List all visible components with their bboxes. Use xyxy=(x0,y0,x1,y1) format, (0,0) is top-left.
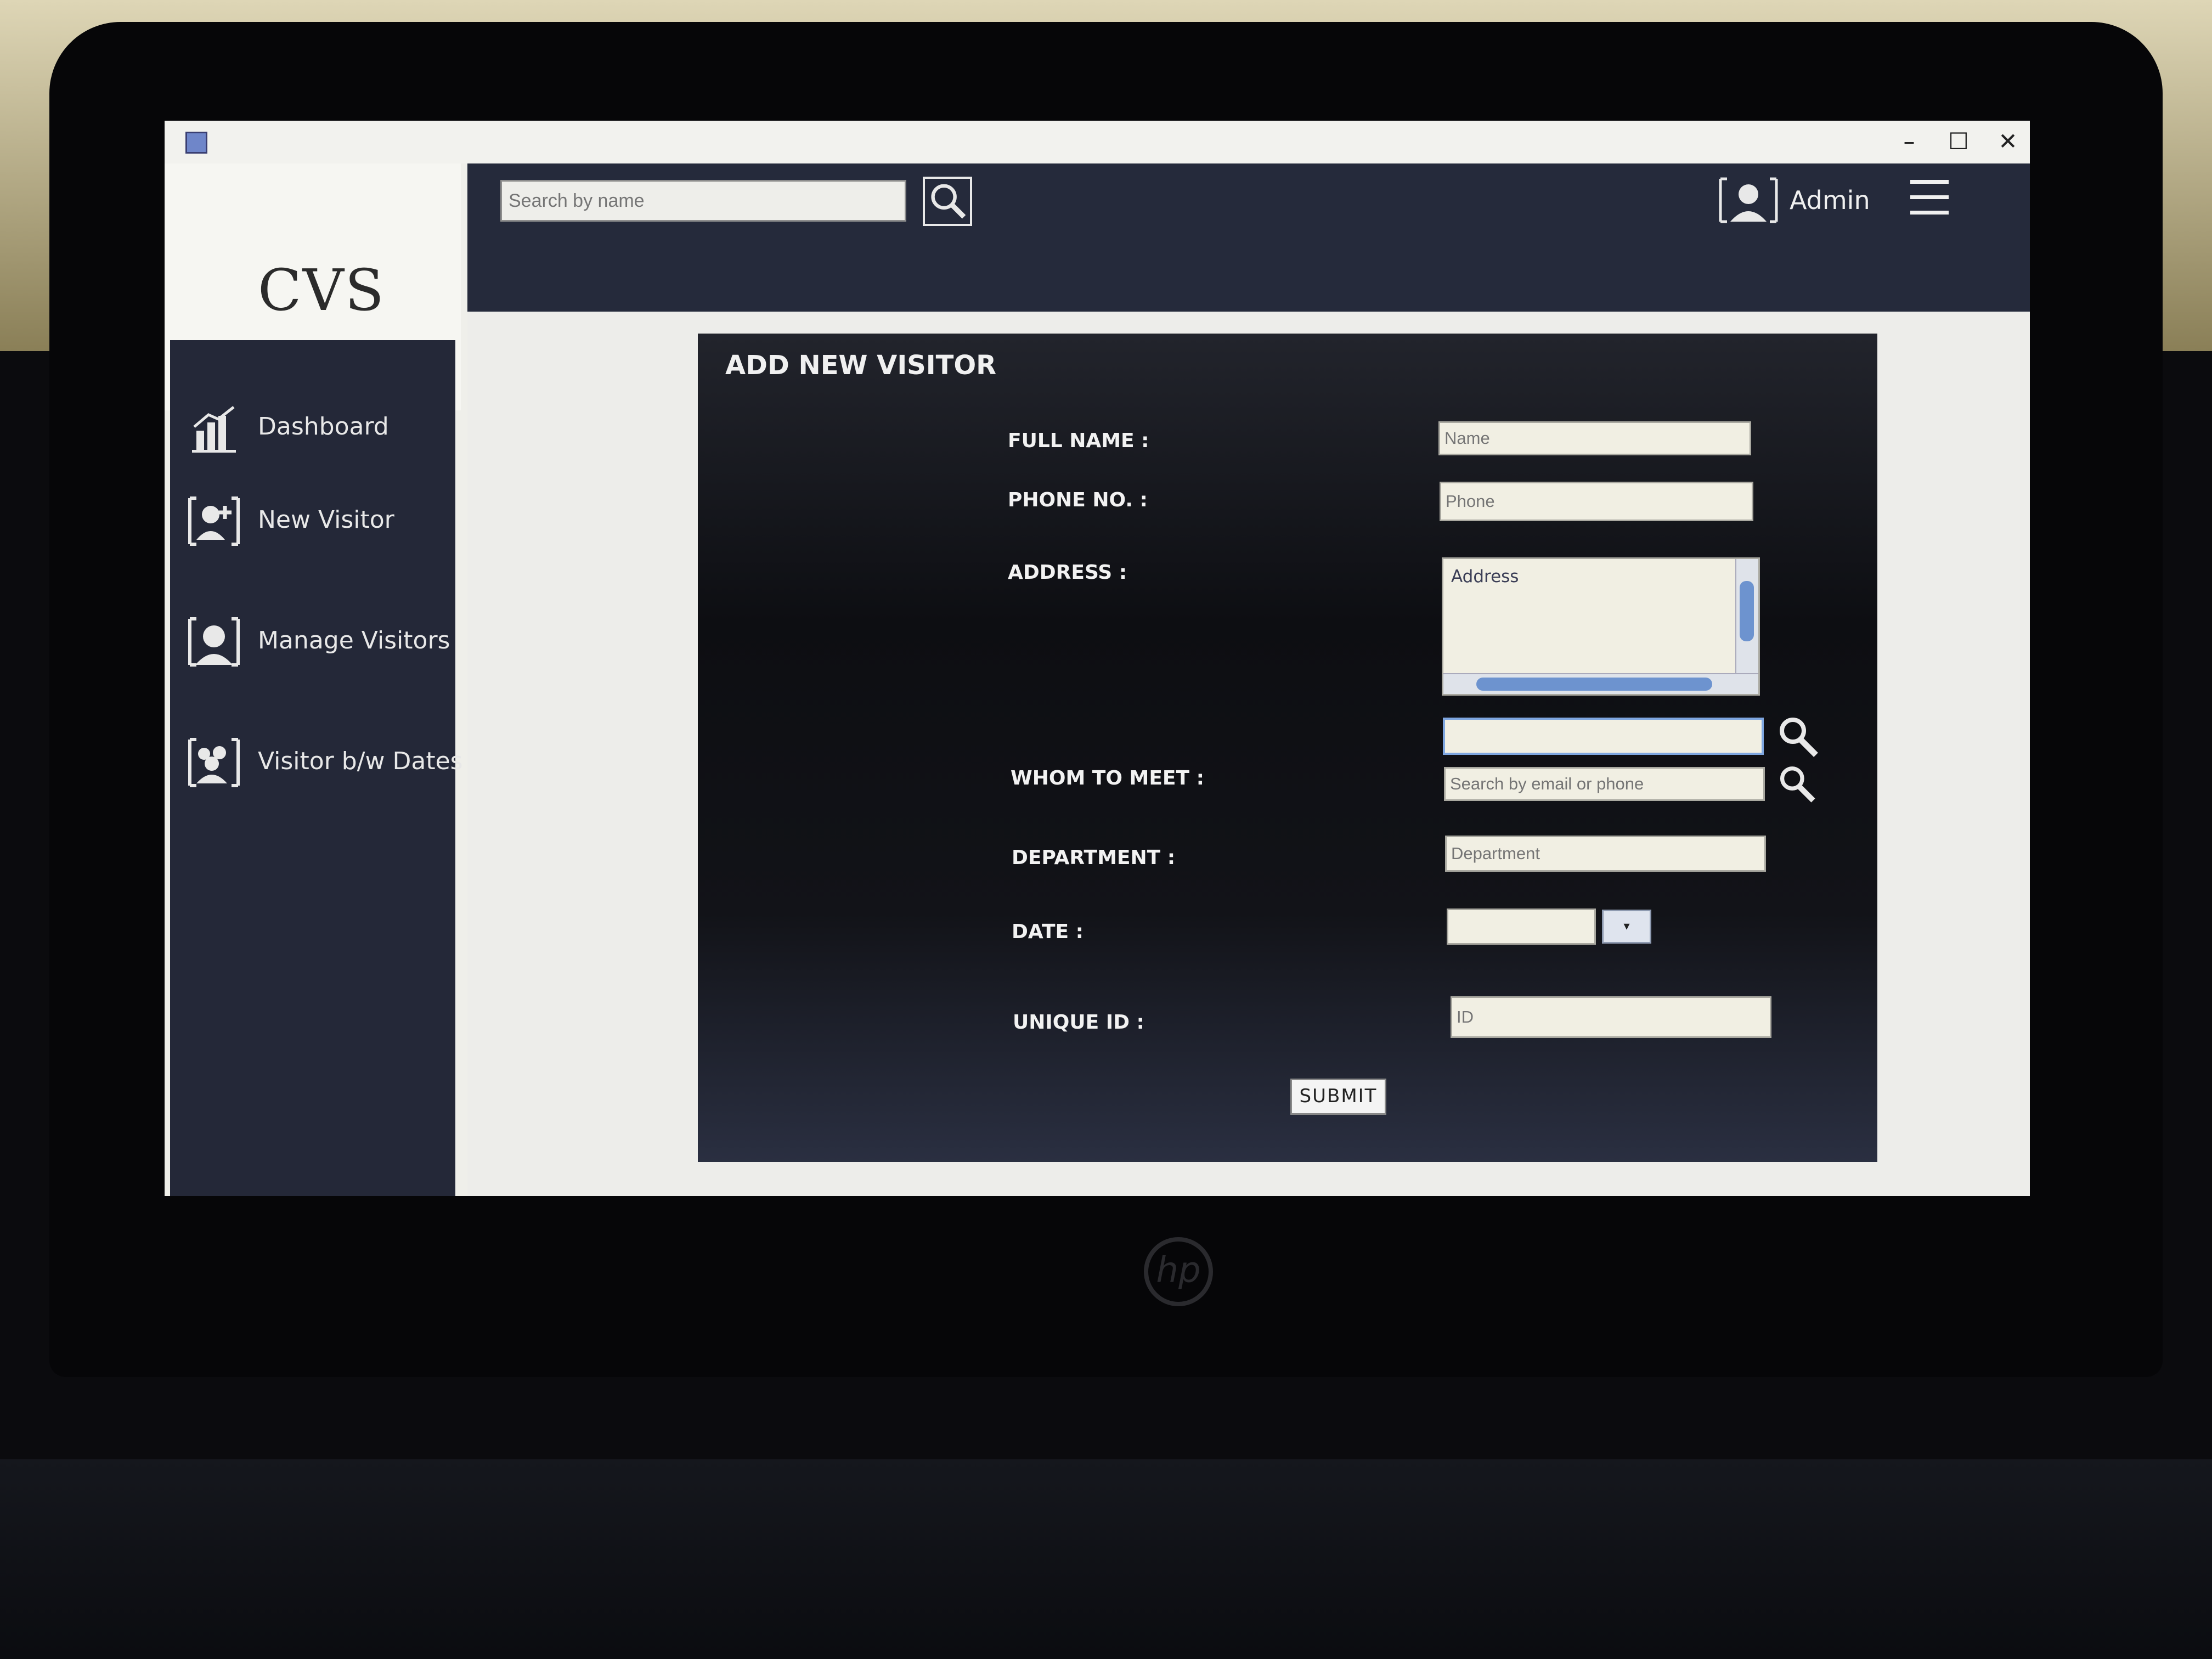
close-button[interactable]: ✕ xyxy=(1986,124,2030,159)
top-header: Admin xyxy=(467,163,2030,312)
date-picker-button[interactable]: ▾ xyxy=(1602,910,1651,944)
department-label: DEPARTMENT : xyxy=(1012,847,1176,869)
minimize-button[interactable]: – xyxy=(1887,124,1931,159)
title-bar: – ☐ ✕ xyxy=(165,121,2030,163)
sidebar-item-label: Dashboard xyxy=(258,413,389,441)
app-icon xyxy=(185,132,207,154)
full-name-field[interactable] xyxy=(1438,421,1751,455)
whom-to-meet-label: WHOM TO MEET : xyxy=(1011,767,1204,789)
whom-to-meet-search-field[interactable] xyxy=(1444,767,1765,801)
search-icon[interactable] xyxy=(923,177,972,226)
date-label: DATE : xyxy=(1012,921,1084,943)
sidebar-item-label: Visitor b/w Dates xyxy=(258,747,463,775)
submit-button[interactable]: SUBMIT xyxy=(1290,1079,1386,1115)
users-group-icon xyxy=(188,738,240,787)
user-icon xyxy=(188,617,240,667)
hp-logo: hp xyxy=(1144,1237,1213,1306)
hamburger-menu-icon[interactable] xyxy=(1910,180,1949,215)
laptop-keyboard xyxy=(0,1459,2212,1659)
unique-id-field[interactable] xyxy=(1451,996,1771,1038)
app-window: – ☐ ✕ CVS Dashboard New Visitor Manage V… xyxy=(165,121,2030,1196)
chevron-down-icon: ▾ xyxy=(1623,919,1630,933)
maximize-button[interactable]: ☐ xyxy=(1937,124,1980,159)
address-placeholder: Address xyxy=(1451,567,1519,586)
unique-id-label: UNIQUE ID : xyxy=(1013,1011,1144,1034)
form-title: ADD NEW VISITOR xyxy=(725,350,997,381)
horizontal-scroll-thumb[interactable] xyxy=(1476,678,1712,691)
user-avatar-icon[interactable] xyxy=(1718,176,1779,225)
full-name-label: FULL NAME : xyxy=(1008,430,1149,452)
app-brand: CVS xyxy=(258,257,385,324)
sidebar-item-label: Manage Visitors xyxy=(258,627,450,654)
phone-label: PHONE NO. : xyxy=(1008,489,1148,511)
address-horizontal-scrollbar[interactable] xyxy=(1443,673,1758,694)
date-field[interactable] xyxy=(1447,909,1596,945)
sidebar: Dashboard New Visitor Manage Visitors Vi… xyxy=(170,340,463,1196)
admin-label: Admin xyxy=(1790,185,1870,215)
search-input[interactable] xyxy=(500,180,906,222)
phone-field[interactable] xyxy=(1440,482,1753,521)
whom-to-meet-field[interactable] xyxy=(1443,718,1764,755)
sidebar-item-new-visitor[interactable]: New Visitor xyxy=(170,483,455,560)
sidebar-item-manage-visitors[interactable]: Manage Visitors xyxy=(170,603,455,680)
search-icon[interactable] xyxy=(1774,761,1819,806)
add-user-icon xyxy=(188,496,240,546)
sidebar-item-visitor-between-dates[interactable]: Visitor b/w Dates xyxy=(170,724,463,801)
address-label: ADDRESS : xyxy=(1008,561,1127,584)
add-visitor-form: ADD NEW VISITOR FULL NAME : PHONE NO. : … xyxy=(698,334,1877,1162)
vertical-scroll-thumb[interactable] xyxy=(1740,581,1754,641)
sidebar-item-label: New Visitor xyxy=(258,506,394,534)
address-textarea[interactable]: Address xyxy=(1442,557,1760,696)
department-field[interactable] xyxy=(1445,836,1766,872)
main-content: ADD NEW VISITOR FULL NAME : PHONE NO. : … xyxy=(467,312,2030,1196)
bar-chart-icon xyxy=(192,406,236,453)
search-icon[interactable] xyxy=(1773,712,1822,761)
sidebar-item-dashboard[interactable]: Dashboard xyxy=(170,390,455,466)
